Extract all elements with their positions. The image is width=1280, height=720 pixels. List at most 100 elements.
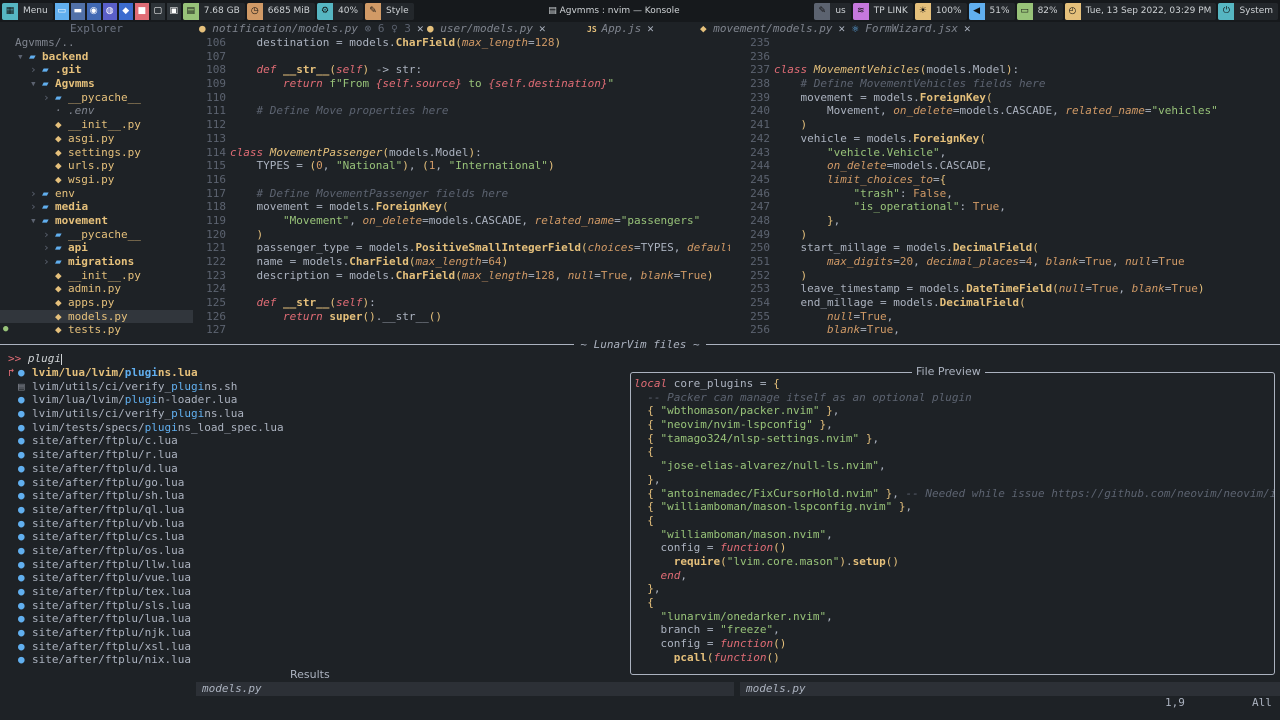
result-path-prefix: lvim/tests/specs/ [32, 420, 145, 434]
result-item[interactable]: ● site/after/ftplu/sh.lua [0, 489, 630, 503]
explorer-item[interactable]: ▾ ▰ movement [0, 214, 193, 228]
lua-file-icon: ● [18, 475, 25, 489]
explorer-item[interactable]: ▾ ▰ backend [0, 50, 193, 64]
chevron-icon: ▾ [30, 77, 37, 91]
explorer-item[interactable]: ● ◆ tests.py [0, 323, 193, 337]
explorer-item[interactable]: ◆ __init__.py [0, 118, 193, 132]
editor-pane-left[interactable]: 106 destination = models.CharField(max_l… [193, 36, 730, 340]
telescope-prompt[interactable]: >> plugi [8, 352, 62, 366]
python-file-icon: ◆ [55, 282, 62, 296]
volume-widget[interactable]: ◀ 51% [968, 2, 1015, 20]
line-number: 237 [750, 63, 770, 77]
close-icon[interactable]: ✕ [838, 22, 845, 35]
result-item[interactable]: ● site/after/ftplu/tex.lua [0, 585, 630, 599]
result-item[interactable]: ● site/after/ftplu/lua.lua [0, 612, 630, 626]
keyboard-widget[interactable]: ✎ us [814, 2, 851, 20]
result-item[interactable]: ● site/after/ftplu/vb.lua [0, 517, 630, 531]
editor-pane-right[interactable]: 235 236 237 class MovementVehicles(models.M… [737, 36, 1280, 340]
command-line[interactable]: 1,9 All [0, 696, 1280, 710]
preview-line: { "williamboman/mason-lspconfig.nvim" }, [647, 500, 913, 514]
explorer-item[interactable]: › ▰ env [0, 187, 193, 201]
prompt-input[interactable]: plugi [28, 352, 61, 365]
explorer-item[interactable]: › ▰ __pycache__ [0, 91, 193, 105]
result-item[interactable]: ● lvim/utils/ci/verify_plugins.lua [0, 407, 630, 421]
result-path-prefix: site/after/ftplu/xsl.lua [32, 639, 191, 653]
result-item[interactable]: ● site/after/ftplu/sls.lua [0, 599, 630, 613]
result-item[interactable]: ● site/after/ftplu/nix.lua [0, 653, 630, 667]
record-icon[interactable]: ■ [134, 2, 149, 20]
explorer-item[interactable]: › ▰ .git [0, 63, 193, 77]
explorer-item[interactable]: ◆ apps.py [0, 296, 193, 310]
result-item[interactable]: ● site/after/ftplu/llw.lua [0, 558, 630, 572]
result-item[interactable]: ● site/after/ftplu/cs.lua [0, 530, 630, 544]
result-item[interactable]: ● site/after/ftplu/xsl.lua [0, 640, 630, 654]
buffer-tab[interactable]: ⚛ FormWizard.jsx ✕ [846, 22, 971, 36]
buffer-tab[interactable]: ● notification/models.py ⊗ 6 ♀ 3 ✕ [193, 22, 424, 36]
line-number: 109 [206, 77, 226, 91]
menu-widget[interactable]: ▦ Menu [2, 2, 53, 20]
clock-widget[interactable]: ◴ Tue, 13 Sep 2022, 03:29 PM [1064, 2, 1217, 20]
result-item[interactable]: ↱ ● lvim/lua/lvim/plugins.lua [0, 366, 630, 380]
wifi-widget[interactable]: ≋ TP LINK [852, 2, 913, 20]
folder-icon[interactable]: ▬ [70, 2, 85, 20]
explorer-item[interactable]: ◆ __init__.py [0, 269, 193, 283]
explorer-item[interactable]: › ▰ media [0, 200, 193, 214]
explorer-item[interactable]: ◆ models.py [0, 309, 193, 324]
wifi-name: TP LINK [868, 2, 913, 20]
result-item[interactable]: ● site/after/ftplu/njk.lua [0, 626, 630, 640]
monitor-icon[interactable]: ▢ [150, 2, 165, 20]
code-text: limit_choices_to={ [826, 172, 947, 186]
close-icon[interactable]: ✕ [539, 22, 546, 35]
folder-icon: ▰ [42, 186, 49, 200]
memory-icon: ◷ [246, 2, 263, 20]
explorer-item[interactable]: › ▰ api [0, 241, 193, 255]
result-path-prefix: lvim/lua/lvim/ [32, 366, 125, 379]
buffer-tab[interactable]: JS App.js ✕ [581, 22, 694, 36]
result-item[interactable]: ● site/after/ftplu/c.lua [0, 434, 630, 448]
line-number: 106 [206, 36, 226, 49]
code-line: 236 [737, 50, 1280, 64]
result-item[interactable]: ● site/after/ftplu/go.lua [0, 476, 630, 490]
line-number: 255 [750, 309, 770, 323]
explorer-item[interactable]: ◆ settings.py [0, 146, 193, 160]
result-item[interactable]: ● lvim/lua/lvim/plugin-loader.lua [0, 393, 630, 407]
brightness-widget[interactable]: ☀ 100% [914, 2, 967, 20]
result-item[interactable]: ● site/after/ftplu/os.lua [0, 544, 630, 558]
display-icon[interactable]: ▣ [166, 2, 181, 20]
explorer-item[interactable]: ◆ urls.py [0, 159, 193, 173]
line-number: 120 [206, 227, 226, 241]
result-path-prefix: site/after/ftplu/sh.lua [32, 489, 185, 503]
buffer-tab[interactable]: ● user/models.py ✕ [421, 22, 581, 36]
browser-icon[interactable]: ◉ [86, 2, 101, 20]
result-item[interactable]: ● site/after/ftplu/d.lua [0, 462, 630, 476]
code-line: 112 [193, 118, 730, 132]
explorer-root[interactable]: Agvmms/.. [0, 36, 193, 50]
buffer-tab[interactable]: ◆ movement/models.py ✕ [694, 22, 846, 36]
close-icon[interactable]: ✕ [647, 22, 654, 35]
style-widget[interactable]: ✎ Style [365, 2, 414, 20]
explorer-item[interactable]: ▾ ▰ Agvmms [0, 77, 193, 91]
code-line: 246 "trash": False, [737, 187, 1280, 201]
editor-icon[interactable]: ◆ [118, 2, 133, 20]
close-icon[interactable]: ✕ [964, 22, 971, 35]
explorer-item[interactable]: ◆ admin.py [0, 282, 193, 296]
result-path: lvim/lua/lvim/plugins.lua [32, 366, 198, 380]
result-item[interactable]: ● site/after/ftplu/r.lua [0, 448, 630, 462]
result-item[interactable]: ● lvim/tests/specs/plugins_load_spec.lua [0, 421, 630, 435]
explorer-item[interactable]: › ▰ migrations [0, 255, 193, 269]
result-item[interactable]: ● site/after/ftplu/vue.lua [0, 571, 630, 585]
explorer-item[interactable]: › ▰ __pycache__ [0, 228, 193, 242]
memory-value: 6685 MiB [262, 2, 315, 20]
system-widget[interactable]: ⏻ System [1218, 2, 1278, 20]
explorer-item[interactable]: · .env [0, 104, 193, 118]
code-line: 125 def __str__(self): [193, 296, 730, 310]
code-line: 250 start_millage = models.DecimalField( [737, 241, 1280, 255]
result-item[interactable]: ● site/after/ftplu/ql.lua [0, 503, 630, 517]
terminal-icon[interactable]: ▭ [54, 2, 69, 20]
firefox-icon[interactable]: ◍ [102, 2, 117, 20]
explorer-item[interactable]: ◆ wsgi.py [0, 173, 193, 187]
explorer-item[interactable]: ◆ asgi.py [0, 132, 193, 146]
explorer-item-label: backend [42, 49, 89, 63]
result-item[interactable]: ▤ lvim/utils/ci/verify_plugins.sh [0, 380, 630, 394]
